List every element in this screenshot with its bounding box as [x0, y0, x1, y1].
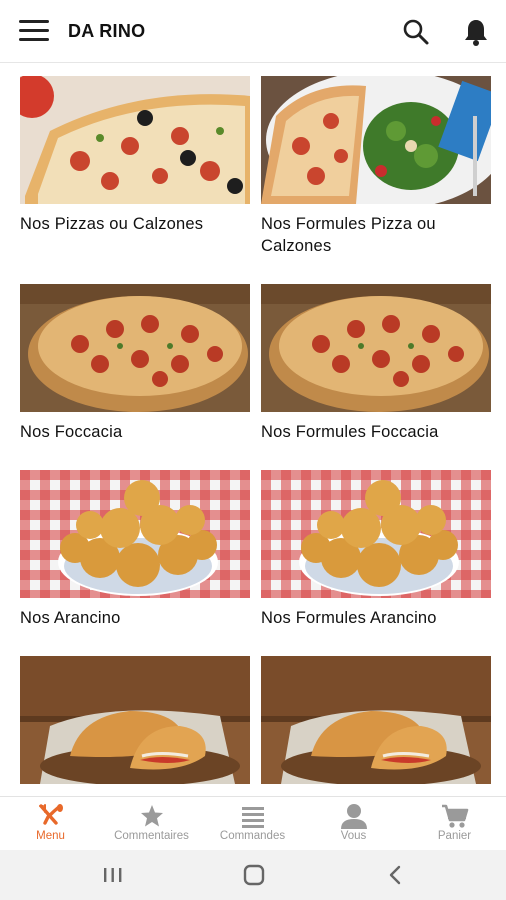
list-icon	[241, 807, 264, 828]
app-bar: DA RINO	[0, 0, 506, 63]
nav-commentaires[interactable]: Commentaires	[101, 797, 202, 851]
bottom-nav: Menu Commentaires Commandes Vous Panier	[0, 796, 506, 851]
star-icon	[140, 805, 163, 827]
person-icon	[340, 804, 367, 829]
category-card-formules-arancino[interactable]: Nos Formules Arancino	[261, 470, 491, 629]
search-icon[interactable]	[402, 18, 430, 46]
nav-panier[interactable]: Panier	[404, 797, 505, 851]
category-card-formules-foccacia[interactable]: Nos Formules Foccacia	[261, 284, 491, 443]
category-grid: Nos Pizzas ou Calzones Nos Formules Pizz…	[0, 62, 506, 796]
arancini-photo	[20, 470, 250, 598]
pizza-photo	[20, 76, 250, 204]
focaccia-photo	[261, 284, 491, 412]
arancini-photo	[261, 470, 491, 598]
category-label: Nos Foccacia	[20, 423, 123, 441]
hamburger-icon[interactable]	[19, 20, 49, 42]
category-card-pizzas[interactable]: Nos Pizzas ou Calzones	[20, 76, 250, 235]
category-label: Nos Formules Arancino	[261, 609, 437, 627]
system-nav-bar	[0, 850, 506, 900]
nav-menu[interactable]: Menu	[0, 797, 101, 851]
page-title: DA RINO	[68, 21, 146, 41]
nav-label: Vous	[340, 830, 367, 842]
calzone-photo	[261, 656, 491, 784]
back-button[interactable]	[380, 862, 410, 888]
category-label: Nos Formules Pizza ou Calzones	[261, 215, 436, 255]
category-label: Nos Pizzas ou Calzones	[20, 215, 204, 233]
nav-label: Commandes	[219, 830, 286, 842]
home-button[interactable]	[239, 862, 269, 888]
calzone-photo	[20, 656, 250, 784]
fork-knife-icon	[38, 804, 63, 825]
category-card-formules-pizzas[interactable]: Nos Formules Pizza ou Calzones	[261, 76, 491, 257]
recents-button[interactable]	[98, 862, 128, 888]
category-card-calzone[interactable]	[20, 656, 250, 793]
nav-label: Commentaires	[114, 830, 189, 842]
category-card-foccacia[interactable]: Nos Foccacia	[20, 284, 250, 443]
category-card-formules-calzone[interactable]	[261, 656, 491, 793]
pizza-salad-photo	[261, 76, 491, 204]
category-label: Nos Formules Foccacia	[261, 423, 439, 441]
nav-label: Panier	[437, 830, 472, 842]
bell-icon[interactable]	[461, 17, 491, 47]
category-label: Nos Arancino	[20, 609, 121, 627]
cart-icon	[441, 804, 468, 828]
focaccia-photo	[20, 284, 250, 412]
nav-label: Menu	[36, 830, 65, 842]
category-card-arancino[interactable]: Nos Arancino	[20, 470, 250, 629]
nav-vous[interactable]: Vous	[303, 797, 404, 851]
nav-commandes[interactable]: Commandes	[202, 797, 303, 851]
